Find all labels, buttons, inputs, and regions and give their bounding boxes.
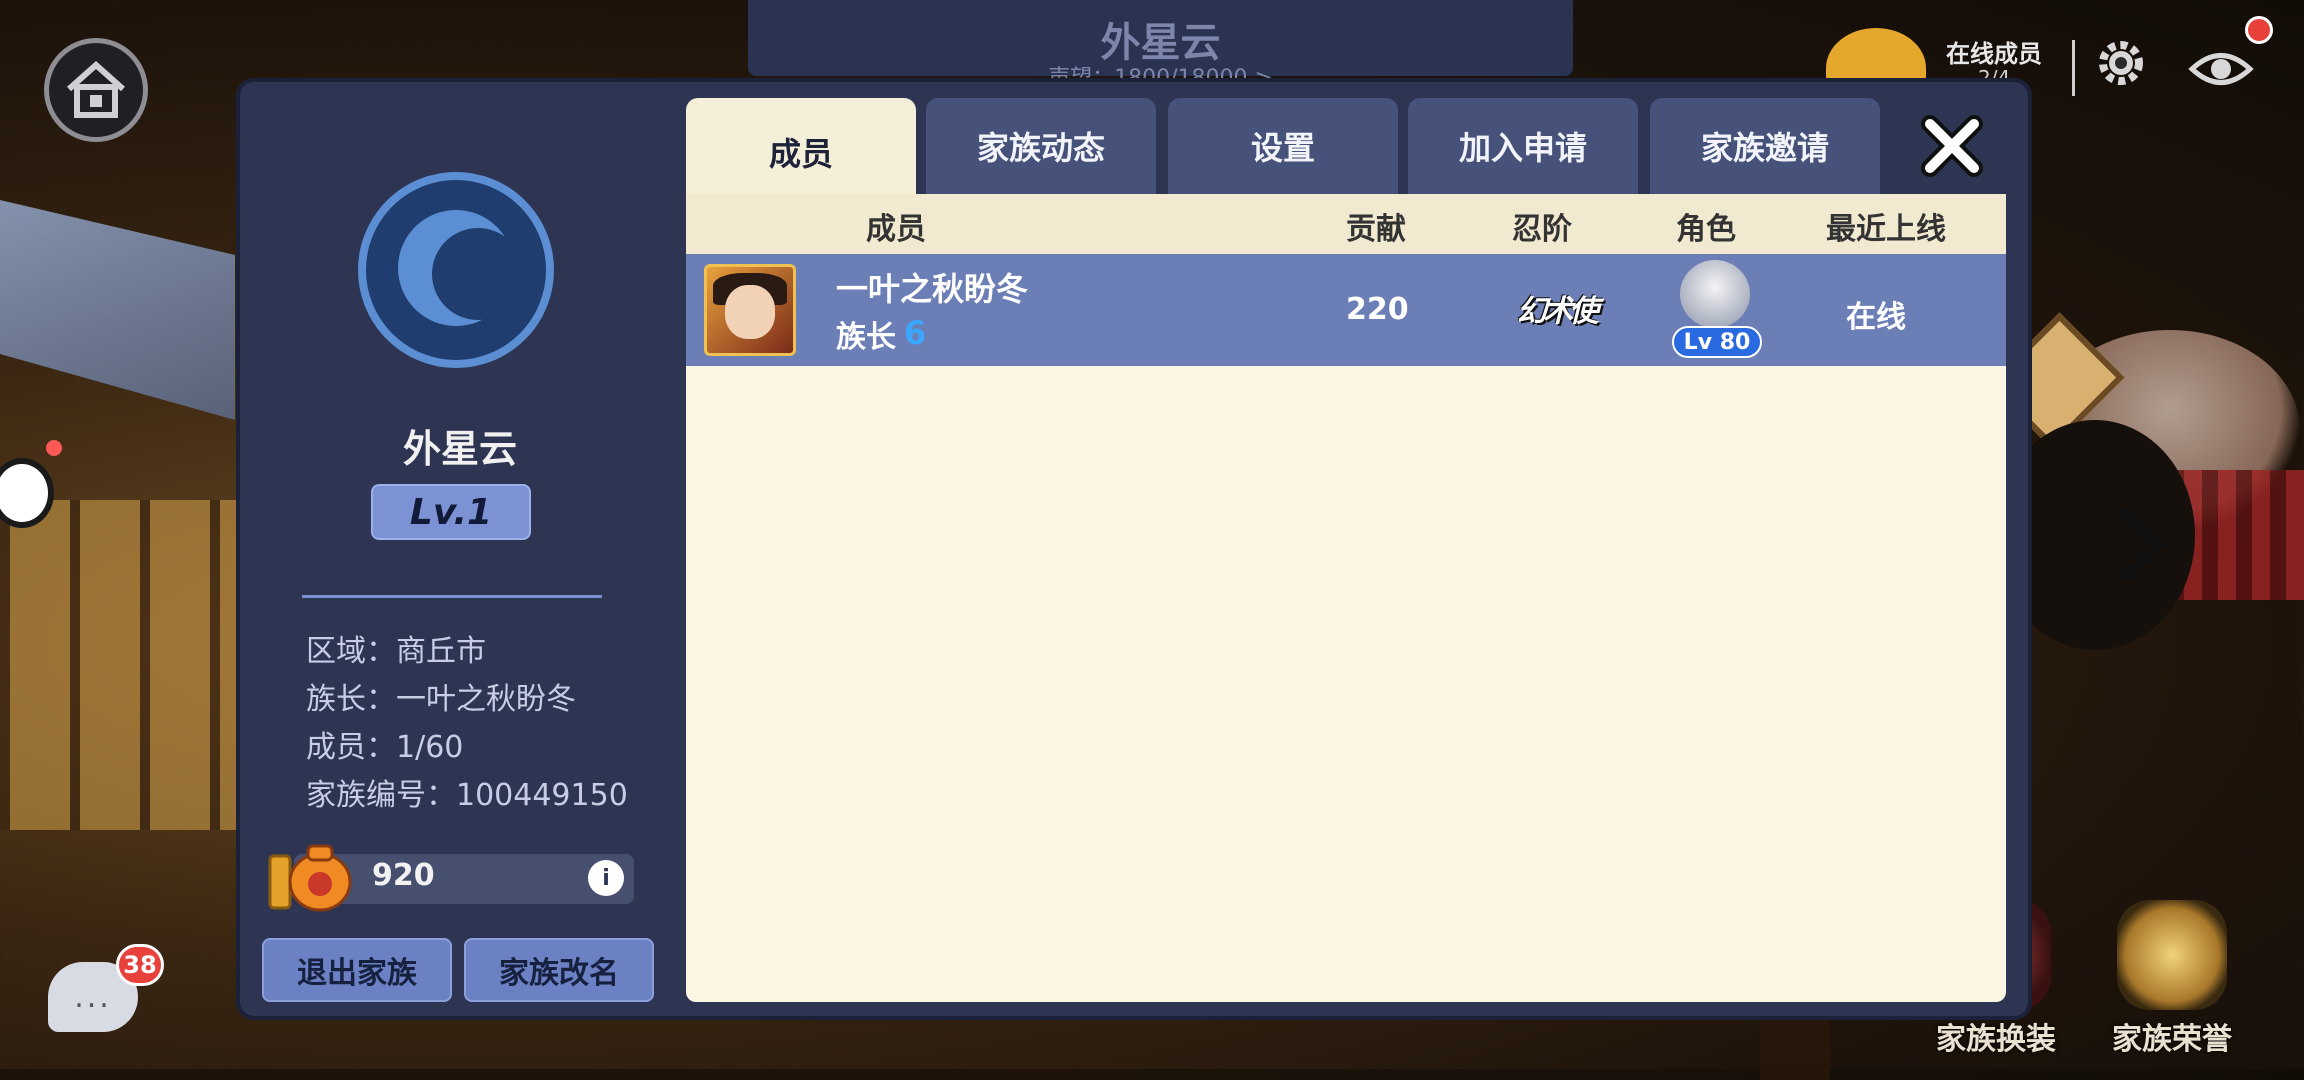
member-name: 一叶之秋盼冬: [836, 270, 1029, 308]
member-contribution: 220: [1346, 292, 1409, 327]
gear-icon: [2099, 41, 2143, 85]
clan-panel: 外星云 Lv.1 区域：商丘市 族长：一叶之秋盼冬 成员：1/60 家族编号：1…: [236, 78, 2032, 1020]
background-clan-banner: 外星云 声望：1800/18000 >: [748, 0, 1573, 91]
home-button[interactable]: [44, 38, 148, 142]
background-window: [0, 500, 240, 830]
close-icon: [1921, 115, 1983, 177]
trophy-icon: [2117, 900, 2227, 1010]
close-button[interactable]: [1916, 110, 1988, 182]
clan-member-count: 成员：1/60: [306, 730, 464, 765]
rename-clan-button[interactable]: 家族改名: [464, 938, 654, 1002]
clan-funds-value: 920: [372, 858, 435, 893]
column-header-member: 成员: [866, 212, 926, 247]
member-level-badge: Lv 80: [1672, 326, 1762, 358]
notification-dot: [46, 440, 62, 456]
member-title: 族长: [836, 320, 896, 355]
clan-costume-label: 家族换装: [1936, 1022, 2056, 1057]
home-icon: [67, 60, 125, 118]
clan-info-sidebar: 外星云 Lv.1 区域：商丘市 族长：一叶之秋盼冬 成员：1/60 家族编号：1…: [236, 78, 684, 1020]
chat-unread-badge: 38: [116, 944, 164, 986]
character-portrait-icon: [1680, 260, 1750, 328]
tab-clan-activity[interactable]: 家族动态: [926, 98, 1156, 194]
column-header-contribution: 贡献: [1346, 212, 1406, 247]
column-header-rank: 忍阶: [1512, 212, 1572, 247]
divider: [302, 595, 602, 598]
member-title-icon: 6: [904, 314, 927, 352]
members-table: 成员 贡献 忍阶 角色 最近上线 一叶之秋盼冬 族长 6 220 幻术使 Lv …: [686, 194, 2006, 1002]
clan-leader: 族长：一叶之秋盼冬: [306, 682, 576, 717]
clan-emblem-icon: [358, 172, 554, 368]
background-tent: [0, 200, 235, 420]
tab-members[interactable]: 成员: [686, 98, 916, 206]
chat-button[interactable]: ... 38: [48, 944, 164, 1038]
member-avatar[interactable]: [704, 264, 796, 356]
column-header-role: 角色: [1676, 212, 1736, 247]
column-header-last-online: 最近上线: [1826, 212, 1946, 247]
chevron-right-icon[interactable]: [2115, 505, 2165, 585]
info-icon[interactable]: i: [588, 860, 624, 896]
tab-clan-invites[interactable]: 家族邀请: [1650, 98, 1880, 194]
member-rank-badge: 幻术使: [1517, 294, 1599, 329]
view-notification-dot: [2245, 16, 2273, 44]
settings-button[interactable]: [2088, 30, 2154, 96]
clan-id: 家族编号：100449150: [306, 778, 628, 813]
money-bag-icon: [268, 844, 352, 912]
eye-icon: [2188, 53, 2254, 85]
online-members-label: 在线成员: [1946, 40, 2042, 68]
table-row[interactable]: 一叶之秋盼冬 族长 6 220 幻术使 Lv 80 在线: [686, 254, 2006, 366]
tab-settings[interactable]: 设置: [1168, 98, 1398, 194]
member-online-status: 在线: [1846, 300, 1906, 335]
clan-honor-label: 家族荣誉: [2112, 1022, 2232, 1057]
clan-region: 区域：商丘市: [306, 634, 486, 669]
clan-honor-button[interactable]: 家族荣誉: [2112, 900, 2232, 1058]
clan-level-badge: Lv.1: [371, 484, 531, 540]
clan-name: 外星云: [402, 427, 517, 471]
table-header: 成员 贡献 忍阶 角色 最近上线: [686, 194, 2006, 254]
tab-join-requests[interactable]: 加入申请: [1408, 98, 1638, 194]
view-toggle-button[interactable]: [2182, 30, 2260, 108]
topbar-divider: [2072, 40, 2075, 96]
quit-clan-button[interactable]: 退出家族: [262, 938, 452, 1002]
